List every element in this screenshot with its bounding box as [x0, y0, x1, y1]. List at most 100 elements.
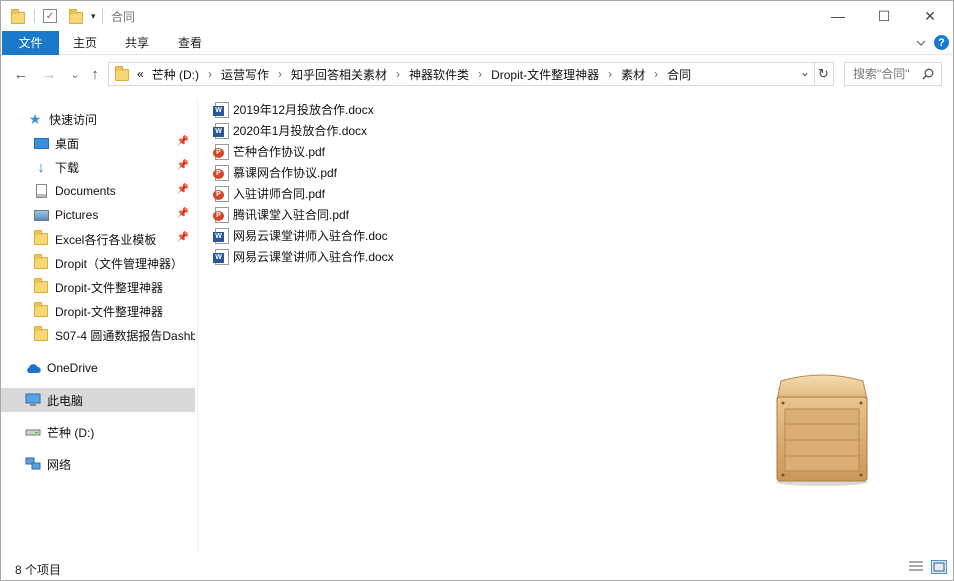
up-button[interactable]: ↑	[85, 63, 105, 85]
file-name: 芒种合作协议.pdf	[233, 145, 326, 159]
breadcrumb-item[interactable]: Dropit-文件整理神器	[491, 66, 599, 83]
tab-view[interactable]: 查看	[168, 31, 212, 55]
sidebar-item-folder[interactable]: Dropit-文件整理神器	[1, 299, 195, 323]
file-item[interactable]: P 芒种合作协议.pdf	[213, 141, 326, 162]
search-icon[interactable]	[922, 68, 934, 83]
sidebar-item-label: 网络	[47, 457, 72, 472]
pin-icon[interactable]: 📌	[177, 184, 189, 195]
package-crate-icon	[771, 369, 873, 487]
breadcrumb-item[interactable]: 芒种 (D:)	[152, 66, 199, 83]
help-icon[interactable]: ?	[934, 35, 949, 50]
word-document-icon: W	[213, 101, 229, 118]
file-item[interactable]: W 2020年1月投放合作.docx	[213, 120, 367, 141]
minimize-button[interactable]: —	[815, 1, 861, 31]
pin-icon[interactable]: 📌	[177, 232, 189, 243]
large-icons-view-icon[interactable]	[931, 560, 947, 574]
breadcrumb-overflow[interactable]: «	[137, 67, 144, 81]
sidebar-item-quick-access[interactable]: ★ 快速访问	[1, 107, 195, 131]
word-document-icon: W	[213, 248, 229, 265]
chevron-right-icon[interactable]: ›	[278, 67, 282, 81]
navigation-bar: ← → ⌄ ↑ « 芒种 (D:) › 运营写作 › 知乎回答相关素材 › 神器…	[1, 61, 953, 87]
cloud-icon	[25, 360, 41, 376]
computer-icon	[25, 392, 41, 408]
folder-icon	[33, 254, 49, 271]
sidebar-item-label: Excel各行各业模板	[55, 232, 157, 247]
customize-toolbar-icon[interactable]: ▾	[91, 11, 96, 22]
breadcrumb-item[interactable]: 知乎回答相关素材	[291, 66, 387, 83]
chevron-right-icon[interactable]: ›	[654, 67, 658, 81]
drive-icon	[25, 424, 41, 440]
breadcrumb-item[interactable]: 素材	[621, 66, 645, 83]
sidebar-item-folder[interactable]: Dropit-文件整理神器	[1, 275, 195, 299]
chevron-right-icon[interactable]: ›	[478, 67, 482, 81]
file-item[interactable]: P 入驻讲师合同.pdf	[213, 183, 326, 204]
pane-divider[interactable]	[197, 99, 198, 554]
sidebar-item-label: 芒种 (D:)	[47, 425, 95, 440]
file-item[interactable]: P 慕课网合作协议.pdf	[213, 162, 337, 183]
file-name: 入驻讲师合同.pdf	[233, 187, 326, 201]
sidebar-item-label: Pictures	[55, 208, 99, 222]
sidebar-item-label: Dropit-文件整理神器	[55, 280, 164, 295]
documents-icon	[33, 183, 49, 199]
tab-home[interactable]: 主页	[63, 31, 107, 55]
chevron-right-icon[interactable]: ›	[208, 67, 212, 81]
recent-locations-button[interactable]: ⌄	[65, 63, 85, 85]
sidebar-item-this-pc[interactable]: 此电脑	[1, 388, 195, 412]
details-view-icon[interactable]	[908, 560, 924, 574]
sidebar-item-folder[interactable]: Dropit（文件管理神器）	[1, 251, 195, 275]
breadcrumb-item-current[interactable]: 合同	[667, 66, 691, 83]
tab-file[interactable]: 文件	[2, 31, 59, 55]
download-icon: ↓	[37, 158, 45, 176]
back-button[interactable]: ←	[11, 63, 31, 85]
status-bar: 8 个项目	[1, 556, 953, 580]
pdf-document-icon: P	[213, 206, 229, 223]
pin-icon[interactable]: 📌	[177, 208, 189, 219]
tab-share[interactable]: 共享	[115, 31, 159, 55]
sidebar-item-drive[interactable]: 芒种 (D:)	[1, 420, 195, 444]
pin-icon[interactable]: 📌	[177, 136, 189, 147]
folder-icon	[33, 326, 49, 343]
sidebar-item-documents[interactable]: Documents 📌	[1, 179, 195, 203]
chevron-right-icon[interactable]: ›	[608, 67, 612, 81]
chevron-down-icon[interactable]	[913, 35, 929, 51]
folder-icon	[115, 66, 129, 81]
navigation-pane: ★ 快速访问 桌面 📌 ↓ 下载 📌 Documents 📌 Pictures …	[1, 99, 197, 554]
breadcrumb-item[interactable]: 运营写作	[221, 66, 269, 83]
window-title: 合同	[111, 10, 136, 24]
sidebar-item-label: Documents	[55, 184, 116, 198]
sidebar-item-pictures[interactable]: Pictures 📌	[1, 203, 195, 227]
properties-icon[interactable]: ✓	[43, 9, 57, 23]
title-bar: ✓ ▾ 合同 — ☐ ✕	[1, 1, 953, 31]
quick-access-toolbar: ✓ ▾	[11, 7, 103, 25]
close-button[interactable]: ✕	[907, 1, 953, 31]
new-folder-icon[interactable]	[69, 8, 83, 24]
folder-icon	[33, 278, 49, 295]
address-bar[interactable]: « 芒种 (D:) › 运营写作 › 知乎回答相关素材 › 神器软件类 › Dr…	[108, 62, 815, 86]
sidebar-item-desktop[interactable]: 桌面 📌	[1, 131, 195, 155]
file-item[interactable]: W 网易云课堂讲师入驻合作.doc	[213, 225, 388, 246]
sidebar-item-downloads[interactable]: ↓ 下载 📌	[1, 155, 195, 179]
sidebar-item-label: Dropit-文件整理神器	[55, 304, 164, 319]
sidebar-item-onedrive[interactable]: OneDrive	[1, 356, 195, 380]
toolbar-divider	[101, 9, 103, 23]
sidebar-item-label: S07-4 圆通数据报告Dashb	[55, 328, 195, 343]
address-dropdown-icon[interactable]: ⌄	[800, 65, 810, 79]
chevron-right-icon[interactable]: ›	[396, 67, 400, 81]
file-item[interactable]: W 网易云课堂讲师入驻合作.docx	[213, 246, 394, 267]
pdf-document-icon: P	[213, 185, 229, 202]
folder-icon	[33, 230, 49, 247]
sidebar-item-folder[interactable]: Excel各行各业模板 📌	[1, 227, 195, 251]
file-item[interactable]: P 腾讯课堂入驻合同.pdf	[213, 204, 349, 225]
search-input[interactable]	[853, 67, 925, 81]
sidebar-item-folder[interactable]: S07-4 圆通数据报告Dashb	[1, 323, 195, 347]
pin-icon[interactable]: 📌	[177, 160, 189, 171]
maximize-button[interactable]: ☐	[861, 1, 907, 31]
sidebar-item-network[interactable]: 网络	[1, 452, 195, 476]
network-icon	[25, 456, 41, 472]
breadcrumb-item[interactable]: 神器软件类	[409, 66, 469, 83]
search-box[interactable]	[844, 62, 942, 86]
forward-button[interactable]: →	[39, 63, 59, 85]
refresh-button[interactable]: ↻	[814, 62, 834, 86]
sidebar-item-label: 下载	[55, 160, 80, 175]
file-item[interactable]: W 2019年12月投放合作.docx	[213, 99, 374, 120]
